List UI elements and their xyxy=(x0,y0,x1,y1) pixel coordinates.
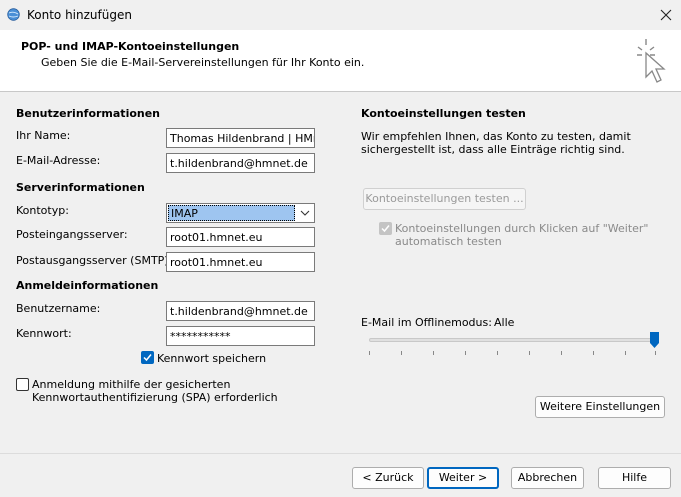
offline-mode-label: E-Mail im Offlinemodus: xyxy=(361,316,492,329)
email-label: E-Mail-Adresse: xyxy=(16,154,101,167)
slider-tick xyxy=(369,351,370,355)
password-label: Kennwort: xyxy=(16,327,72,340)
test-desc-line2: sichergestellt ist, dass alle Einträge r… xyxy=(361,143,625,156)
name-label: Ihr Name: xyxy=(16,129,71,142)
auto-test-label-line1: Kontoeinstellungen durch Klicken auf "We… xyxy=(395,222,649,235)
close-icon[interactable] xyxy=(655,6,677,24)
account-type-value: IMAP xyxy=(168,205,295,221)
account-type-label: Kontotyp: xyxy=(16,204,69,217)
slider-tick xyxy=(401,351,402,355)
title-bar: Konto hinzufügen xyxy=(0,0,681,30)
slider-tick xyxy=(561,351,562,355)
password-input[interactable]: *********** xyxy=(166,326,315,346)
test-desc-line1: Wir empfehlen Ihnen, das Konto zu testen… xyxy=(361,130,631,143)
test-heading: Kontoeinstellungen testen xyxy=(361,107,526,120)
more-settings-button[interactable]: Weitere Einstellungen xyxy=(535,396,665,418)
outgoing-server-label: Postausgangsserver (SMTP): xyxy=(16,254,173,267)
sparkle-cursor-icon xyxy=(637,39,666,83)
help-button[interactable]: Hilfe xyxy=(598,467,671,489)
username-input[interactable]: t.hildenbrand@hmnet.de xyxy=(166,301,315,321)
test-settings-button[interactable]: Kontoeinstellungen testen ... xyxy=(363,188,526,210)
outlook-globe-icon xyxy=(7,8,20,21)
email-input[interactable]: t.hildenbrand@hmnet.de xyxy=(166,153,315,173)
spa-label-line2: Kennwortauthentifizierung (SPA) erforder… xyxy=(32,391,278,404)
slider-tick xyxy=(497,351,498,355)
username-label: Benutzername: xyxy=(16,302,101,315)
next-button[interactable]: Weiter > xyxy=(427,467,499,489)
account-type-select[interactable]: IMAP xyxy=(166,203,315,223)
spa-checkbox[interactable] xyxy=(16,378,29,391)
remember-password-checkbox[interactable] xyxy=(141,351,154,364)
incoming-server-input[interactable]: root01.hmnet.eu xyxy=(166,227,315,247)
checkmark-icon xyxy=(381,225,390,233)
slider-tick xyxy=(465,351,466,355)
name-input[interactable]: Thomas Hildenbrand | HMnet xyxy=(166,128,315,148)
spa-label-line1: Anmeldung mithilfe der gesicherten xyxy=(32,378,231,391)
outgoing-server-input[interactable]: root01.hmnet.eu xyxy=(166,252,315,272)
incoming-server-label: Posteingangsserver: xyxy=(16,228,128,241)
header-subtitle: Geben Sie die E-Mail-Servereinstellungen… xyxy=(41,56,365,69)
offline-slider-track[interactable] xyxy=(369,338,657,342)
slider-tick xyxy=(433,351,434,355)
header-title: POP- und IMAP-Kontoeinstellungen xyxy=(21,40,240,53)
slider-tick xyxy=(655,351,656,355)
back-button[interactable]: < Zurück xyxy=(352,467,424,489)
slider-tick xyxy=(593,351,594,355)
offline-slider-thumb[interactable] xyxy=(650,332,659,348)
auto-test-label-line2: automatisch testen xyxy=(395,235,502,248)
cancel-button[interactable]: Abbrechen xyxy=(511,467,584,489)
chevron-down-icon[interactable] xyxy=(297,205,313,221)
slider-tick xyxy=(625,351,626,355)
window-title: Konto hinzufügen xyxy=(27,8,132,22)
offline-mode-value: Alle xyxy=(494,316,515,329)
auto-test-checkbox xyxy=(379,222,392,235)
login-info-heading: Anmeldeinformationen xyxy=(16,279,159,292)
slider-tick xyxy=(529,351,530,355)
remember-password-label: Kennwort speichern xyxy=(157,352,267,365)
user-info-heading: Benutzerinformationen xyxy=(16,107,161,120)
checkmark-icon xyxy=(143,354,152,362)
server-info-heading: Serverinformationen xyxy=(16,181,145,194)
dialog-header: POP- und IMAP-Kontoeinstellungen Geben S… xyxy=(0,30,681,92)
